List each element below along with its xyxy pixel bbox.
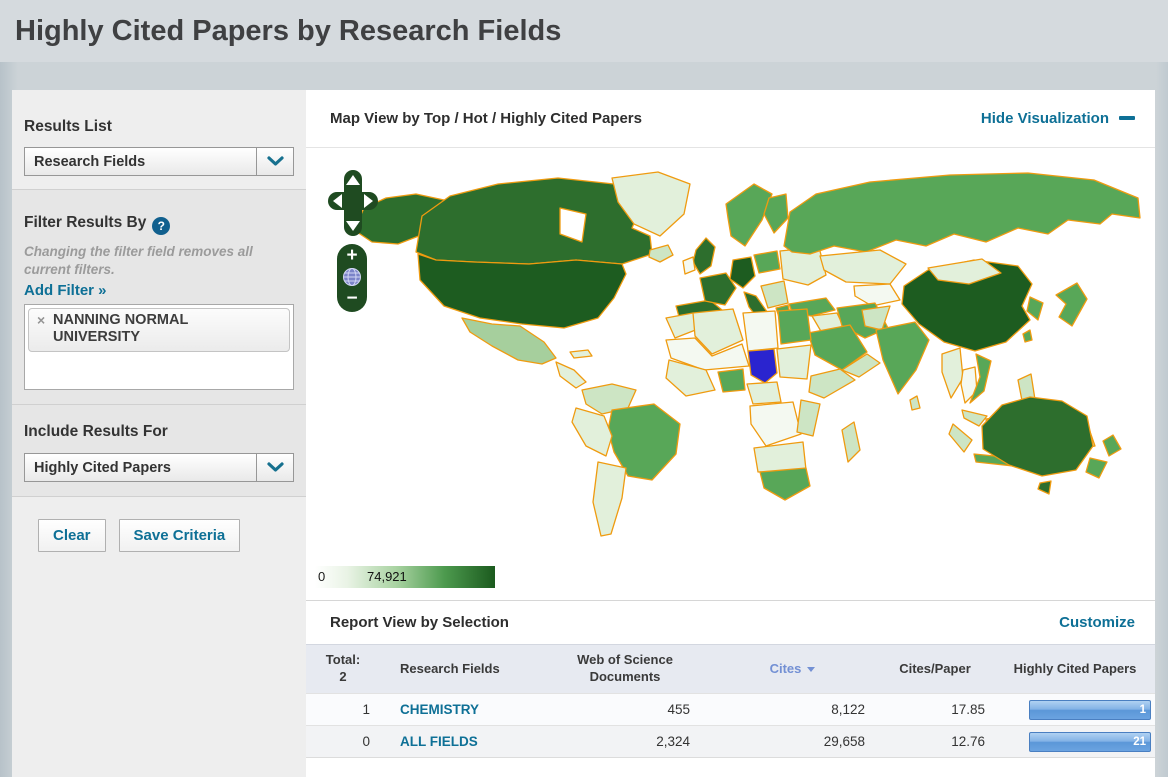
add-filter-link[interactable]: Add Filter » (24, 282, 107, 299)
legend-max-value: 74,921 (367, 569, 407, 584)
include-results-selected-value: Highly Cited Papers (34, 459, 171, 476)
table-header-row: Total: 2 Research Fields Web of Science … (306, 644, 1155, 694)
page-header: Highly Cited Papers by Research Fields (0, 0, 1168, 62)
filter-section: Filter Results By? Changing the filter f… (12, 189, 306, 405)
results-list-dropdown[interactable]: Research Fields (24, 147, 294, 176)
column-header-highly-cited-papers[interactable]: Highly Cited Papers (995, 644, 1155, 694)
country-uk (692, 237, 716, 275)
zoom-out-button[interactable]: − (346, 289, 357, 308)
page-title: Highly Cited Papers by Research Fields (15, 14, 562, 47)
report-view-title: Report View by Selection (330, 614, 509, 631)
country-germany (729, 256, 756, 289)
clear-button[interactable]: Clear (38, 519, 106, 553)
report-table: Total: 2 Research Fields Web of Science … (306, 644, 1155, 758)
world-map[interactable] (314, 158, 1147, 558)
field-link-chemistry[interactable]: CHEMISTRY (400, 702, 479, 717)
row-count: 0 (306, 725, 380, 758)
column-header-cites-per-paper[interactable]: Cites/Paper (875, 644, 995, 694)
filter-tag: × NANNING NORMAL UNIVERSITY (28, 308, 290, 352)
column-header-research-fields[interactable]: Research Fields (380, 644, 540, 694)
cites-per-paper-value: 17.85 (875, 693, 995, 726)
country-chad-selected (747, 348, 778, 384)
remove-filter-icon[interactable]: × (37, 312, 45, 329)
country-japan (1055, 282, 1088, 327)
sort-descending-icon (807, 666, 816, 672)
highly-cited-papers-bar: 21 (1029, 731, 1151, 752)
country-kazakhstan (819, 249, 907, 285)
country-libya (742, 310, 779, 352)
country-iceland (648, 244, 674, 263)
include-results-heading: Include Results For (24, 423, 168, 441)
country-sudan (776, 344, 812, 380)
hide-visualization-icon (1119, 116, 1135, 120)
country-india (875, 321, 930, 395)
map-view-title: Map View by Top / Hot / Highly Cited Pap… (330, 110, 642, 127)
filter-note: Changing the filter field removes all cu… (24, 244, 253, 277)
help-icon[interactable]: ? (152, 217, 171, 235)
map-area: + − 0 74,921 (306, 148, 1155, 600)
sidebar: Results List Research Fields Filter Resu… (12, 90, 306, 777)
map-color-legend: 0 74,921 (315, 566, 495, 588)
results-list-heading: Results List (24, 118, 112, 135)
country-new-zealand (1102, 434, 1122, 457)
results-list-selected-value: Research Fields (34, 153, 146, 170)
table-row: 1 CHEMISTRY 455 8,122 17.85 1 (306, 693, 1155, 726)
country-russia (783, 172, 1141, 255)
wos-documents-value: 2,324 (540, 725, 710, 758)
cites-per-paper-value: 12.76 (875, 725, 995, 758)
wos-documents-value: 455 (540, 693, 710, 726)
zoom-in-button[interactable]: + (346, 246, 357, 265)
chevron-down-icon[interactable] (256, 148, 293, 175)
include-results-section: Include Results For Highly Cited Papers (12, 404, 306, 497)
results-list-section: Results List Research Fields (12, 90, 306, 189)
column-header-cites-sorted[interactable]: Cites (710, 644, 875, 694)
globe-icon[interactable] (342, 267, 362, 287)
legend-min-value: 0 (318, 569, 326, 584)
chevron-down-icon[interactable] (256, 454, 293, 482)
column-header-total: Total: 2 (306, 644, 380, 694)
filter-list-box[interactable]: × NANNING NORMAL UNIVERSITY (24, 304, 294, 391)
map-view-header: Map View by Top / Hot / Highly Cited Pap… (306, 90, 1155, 148)
field-link-all-fields[interactable]: ALL FIELDS (400, 734, 478, 749)
map-pan-control[interactable] (328, 170, 378, 236)
main-panel: Map View by Top / Hot / Highly Cited Pap… (306, 90, 1155, 777)
report-view-header: Report View by Selection Customize (306, 600, 1155, 644)
country-south-africa (759, 467, 811, 501)
hide-visualization-link[interactable]: Hide Visualization (981, 110, 1135, 127)
highly-cited-papers-bar: 1 (1029, 699, 1151, 720)
sidebar-actions-section: Clear Save Criteria (12, 496, 306, 777)
country-egypt (777, 308, 812, 345)
include-results-dropdown[interactable]: Highly Cited Papers (24, 453, 294, 483)
map-zoom-control: + − (337, 244, 367, 312)
country-nigeria (717, 368, 746, 393)
country-usa (417, 253, 627, 329)
filter-heading: Filter Results By (24, 214, 147, 231)
cites-value: 8,122 (710, 693, 875, 726)
country-argentina (592, 461, 627, 537)
cites-value: 29,658 (710, 725, 875, 758)
table-row: 0 ALL FIELDS 2,324 29,658 12.76 21 (306, 725, 1155, 758)
country-madagascar (841, 421, 861, 463)
country-south-korea (1026, 296, 1044, 321)
customize-link[interactable]: Customize (1059, 614, 1135, 631)
row-count: 1 (306, 693, 380, 726)
filter-tag-label: NANNING NORMAL UNIVERSITY (53, 312, 189, 346)
column-header-wos-documents[interactable]: Web of Science Documents (540, 644, 710, 694)
save-criteria-button[interactable]: Save Criteria (118, 519, 241, 553)
